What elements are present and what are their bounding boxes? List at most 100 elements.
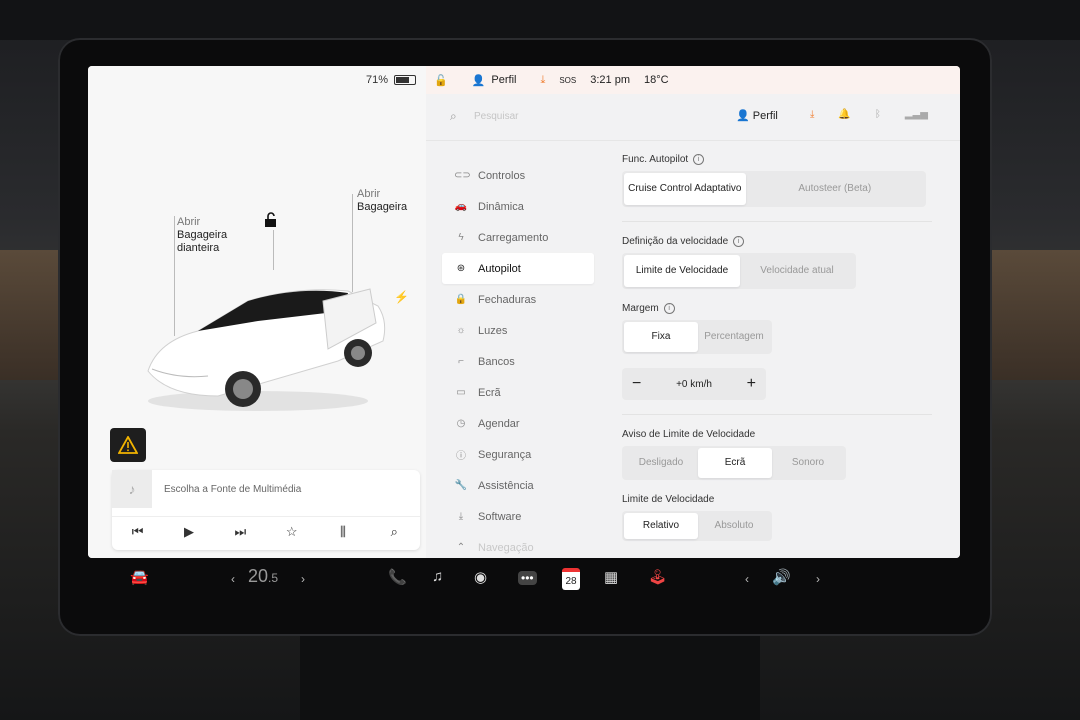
settings-header: ⌕ Pesquisar 👤 Perfil ⤓ 🔔 ᛒ ▂▃▅ — [426, 94, 960, 141]
seat-icon: ⌐ — [458, 356, 464, 367]
music-note-icon: ♪ — [112, 470, 152, 508]
open-trunk-prefix: Abrir — [357, 188, 381, 200]
next-track-icon[interactable]: ⏭ — [230, 524, 250, 540]
battery-status: 71% — [366, 74, 416, 86]
profile-button[interactable]: 👤 Perfil — [736, 109, 778, 122]
software-update-icon[interactable]: ⤓ — [540, 74, 545, 87]
search-icon[interactable]: ⌕ — [450, 109, 457, 124]
toggle-icon: ⊂⊃ — [454, 170, 471, 181]
hazard-button[interactable] — [110, 428, 146, 462]
battery-icon — [394, 75, 416, 85]
minus-icon[interactable]: − — [632, 375, 641, 393]
arcade-joystick-icon[interactable]: 🕹 — [648, 568, 667, 586]
music-icon[interactable]: ♫ — [432, 568, 443, 585]
temp-down-chevron-icon[interactable]: ‹ — [231, 572, 235, 586]
equalizer-icon[interactable]: ⫼ — [333, 524, 353, 540]
nav-controls[interactable]: ⊂⊃ Controlos — [442, 160, 594, 191]
profile-label[interactable]: Perfil — [491, 74, 516, 86]
dashboard-trim-right — [980, 250, 1080, 380]
more-apps-icon[interactable]: ••• — [518, 571, 537, 585]
option-chime[interactable]: Sonoro — [772, 448, 844, 478]
volume-icon[interactable]: 🔊 — [772, 568, 791, 586]
search-input[interactable]: Pesquisar — [474, 111, 518, 122]
speed-definition-selector: Limite de Velocidade Velocidade atual — [622, 253, 856, 289]
option-off[interactable]: Desligado — [624, 448, 698, 478]
media-controls: ⏮ ▶ ⏭ ☆ ⫼ ⌕ — [112, 516, 420, 547]
nav-software[interactable]: ⤓ Software — [442, 501, 594, 532]
clock: 3:21 pm — [590, 74, 630, 86]
option-speed-limit[interactable]: Limite de Velocidade — [624, 255, 740, 287]
margin-selector: Fixa Percentagem — [622, 320, 772, 354]
navigation-icon: ⌃ — [456, 542, 466, 553]
open-trunk-label: Bagageira — [357, 201, 408, 213]
nav-seats[interactable]: ⌐ Bancos — [442, 346, 594, 377]
open-trunk-button[interactable]: Abrir Bagageira — [357, 188, 407, 214]
unlock-icon[interactable] — [264, 212, 278, 231]
previous-track-icon[interactable]: ⏮ — [128, 524, 148, 540]
info-icon[interactable]: i — [693, 154, 705, 165]
volume-up-chevron-icon[interactable]: › — [816, 572, 820, 586]
status-bar: 🔓 👤 Perfil ⤓ SOS 3:21 pm 18°C — [426, 66, 960, 94]
option-fixed[interactable]: Fixa — [624, 322, 698, 352]
dashboard-top — [0, 0, 1080, 40]
nav-safety[interactable]: ⓘ Segurança — [442, 439, 594, 470]
option-autosteer[interactable]: Autosteer (Beta) — [746, 173, 924, 205]
option-current-speed[interactable]: Velocidade atual — [740, 255, 854, 287]
autopilot-features-selector: Cruise Control Adaptativo Autosteer (Bet… — [622, 171, 926, 207]
temp-up-chevron-icon[interactable]: › — [301, 572, 305, 586]
speed-warning-selector: Desligado Ecrã Sonoro — [622, 446, 846, 480]
media-source-prompt[interactable]: Escolha a Fonte de Multimédia — [164, 484, 301, 495]
nav-autopilot[interactable]: ⊛ Autopilot — [442, 253, 594, 284]
option-absolute[interactable]: Absoluto — [698, 513, 770, 539]
phone-icon[interactable]: 📞 — [388, 568, 407, 586]
nav-display[interactable]: ▭ Ecrã — [442, 377, 594, 408]
nav-dynamics[interactable]: 🚗 Dinâmica — [442, 191, 594, 222]
sos-label[interactable]: SOS — [559, 76, 576, 85]
info-icon[interactable]: i — [733, 236, 745, 247]
search-icon[interactable]: ⌕ — [384, 524, 404, 540]
option-cruise-control[interactable]: Cruise Control Adaptativo — [624, 173, 746, 205]
divider — [622, 221, 932, 222]
media-player: ♪ Escolha a Fonte de Multimédia ⏮ ▶ ⏭ ☆ … — [112, 470, 420, 550]
info-icon[interactable]: i — [663, 303, 675, 314]
calendar-icon[interactable]: 28 — [562, 568, 580, 590]
nav-lights[interactable]: ☼ Luzes — [442, 315, 594, 346]
speed-warning-heading: Aviso de Limite de Velocidade — [622, 429, 756, 440]
plus-icon[interactable]: + — [747, 375, 756, 393]
bell-icon[interactable]: 🔔 — [838, 109, 850, 120]
open-frunk-button[interactable]: Abrir Bagageira dianteira — [177, 216, 247, 255]
option-display[interactable]: Ecrã — [698, 448, 772, 478]
nav-locks[interactable]: 🔒 Fechaduras — [442, 284, 594, 315]
nav-service[interactable]: 🔧 Assistência — [442, 470, 594, 501]
camera-icon[interactable]: ◉ — [474, 568, 487, 586]
option-relative[interactable]: Relativo — [624, 513, 698, 539]
speed-definition-heading: Definição da velocidade i — [622, 236, 932, 247]
nav-charging[interactable]: ϟ Carregamento — [442, 222, 594, 253]
car-model-image — [147, 288, 386, 411]
download-icon[interactable]: ⤓ — [810, 109, 814, 120]
nav-navigation[interactable]: ⌃ Navegação — [442, 532, 594, 558]
bluetooth-icon[interactable]: ᛒ — [875, 109, 881, 120]
lock-icon: 🔒 — [454, 294, 468, 305]
volume-down-chevron-icon[interactable]: ‹ — [745, 572, 749, 586]
speed-limit-heading: Limite de Velocidade — [622, 494, 715, 505]
lock-status-icon[interactable]: 🔓 — [434, 74, 448, 87]
divider — [622, 414, 932, 415]
play-icon[interactable]: ▶ — [179, 524, 199, 540]
shield-icon: ⓘ — [456, 451, 466, 462]
screen-stand — [300, 630, 760, 720]
download-icon: ⤓ — [458, 511, 464, 522]
battery-percentage: 71% — [365, 74, 388, 86]
toybox-icon[interactable]: ▦ — [604, 568, 618, 586]
warning-icon — [118, 436, 138, 454]
sun-icon: ☼ — [456, 325, 466, 336]
settings-panel: ⌕ Pesquisar 👤 Perfil ⤓ 🔔 ᛒ ▂▃▅ ⊂⊃ Control… — [426, 94, 960, 558]
profile-icon[interactable]: 👤 — [472, 74, 486, 87]
favorite-star-icon[interactable]: ☆ — [282, 524, 302, 540]
open-frunk-prefix: Abrir — [177, 216, 201, 228]
car-visualization-pane: 71% Abrir Bagageira dianteira Abrir Baga… — [88, 66, 426, 558]
nav-schedule[interactable]: ◷ Agendar — [442, 408, 594, 439]
charge-port-icon[interactable]: ⚡ — [394, 290, 409, 304]
option-percentage[interactable]: Percentagem — [698, 322, 770, 352]
car-icon[interactable]: 🚘 — [130, 568, 149, 586]
